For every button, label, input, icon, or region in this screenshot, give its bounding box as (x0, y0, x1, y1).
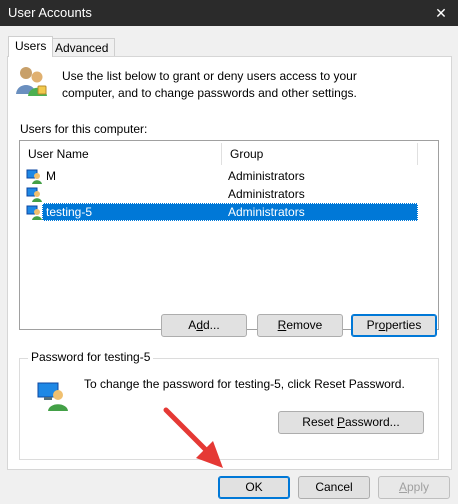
remove-button-label-accel: R (277, 318, 287, 332)
user-group: Administrators (228, 169, 305, 183)
user-group: Administrators (228, 205, 305, 219)
users-list-label: Users for this computer: (20, 122, 148, 136)
user-icon (26, 169, 42, 184)
tab-users[interactable]: Users (8, 36, 54, 57)
ok-button[interactable]: OK (218, 476, 290, 499)
close-button[interactable]: ✕ (424, 0, 458, 26)
add-button[interactable]: Add... (161, 314, 247, 337)
remove-button-label-post: emove (286, 318, 323, 332)
user-name: testing-5 (46, 205, 93, 219)
reset-password-label-post: assword... (345, 415, 400, 429)
column-header-group[interactable]: Group (222, 143, 418, 165)
window-title: User Accounts (8, 5, 92, 20)
tab-advanced[interactable]: Advanced (48, 38, 116, 57)
password-group: Password for testing-5 To change the pas… (19, 350, 439, 460)
cancel-button[interactable]: Cancel (298, 476, 370, 499)
dialog-client-area: Users Advanced Use the list below to gra… (0, 26, 458, 504)
user-group: Administrators (228, 187, 305, 201)
properties-button-label-pre: Pr (366, 318, 379, 332)
add-button-label-post: d... (203, 318, 220, 332)
user-icon (26, 187, 42, 202)
users-listbox[interactable]: User Name Group M Administrators Adminis… (19, 140, 439, 330)
reset-password-label-pre: Reset (302, 415, 337, 429)
intro-text: Use the list below to grant or deny user… (62, 69, 357, 100)
user-row-unnamed[interactable]: Administrators (20, 185, 420, 203)
apply-button-label-accel: A (398, 480, 407, 494)
user-name: M (46, 169, 56, 183)
apply-button-label-post: pply (407, 480, 430, 494)
properties-button-label-post: perties (385, 318, 422, 332)
password-group-title: Password for testing-5 (28, 350, 154, 364)
properties-button[interactable]: Properties (351, 314, 437, 337)
user-icon (26, 205, 42, 220)
password-instructions: To change the password for testing-5, cl… (84, 377, 405, 391)
reset-password-label-accel: P (336, 415, 345, 429)
user-password-icon (37, 382, 68, 411)
remove-button[interactable]: Remove (257, 314, 343, 337)
reset-password-button[interactable]: Reset Password... (278, 411, 424, 434)
user-row-m[interactable]: M Administrators (20, 167, 420, 185)
add-button-label-accel: d (196, 318, 203, 332)
users-icon (16, 67, 47, 96)
user-row-testing-5[interactable]: testing-5 Administrators (20, 203, 420, 221)
column-header-user-name[interactable]: User Name (20, 143, 222, 165)
apply-button[interactable]: Apply (378, 476, 450, 499)
title-bar: User Accounts ✕ (0, 0, 458, 26)
